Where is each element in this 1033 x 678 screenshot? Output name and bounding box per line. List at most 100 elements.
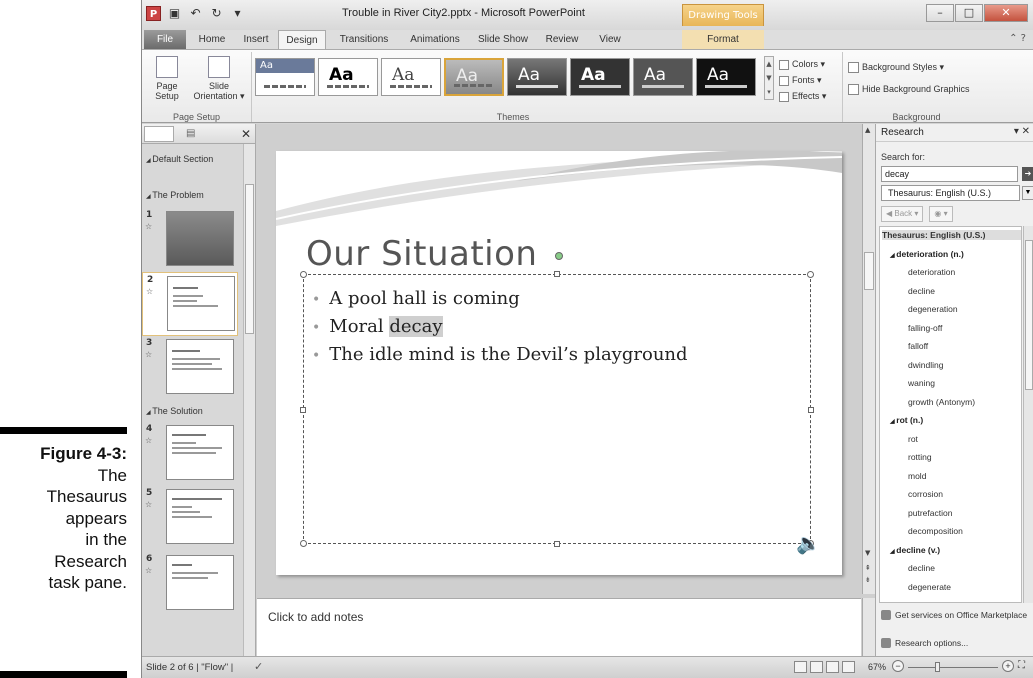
slides-pane-scrollbar[interactable] <box>243 144 255 656</box>
section-header[interactable]: The Problem <box>146 190 204 200</box>
qat-dropdown-icon[interactable]: ▾ <box>230 6 245 21</box>
zoom-slider[interactable] <box>908 662 998 672</box>
results-scrollbar[interactable] <box>1023 226 1033 603</box>
previous-slide-icon[interactable]: ⇞ <box>865 564 871 572</box>
synonym-item[interactable]: falling-off <box>908 323 942 333</box>
spell-check-icon[interactable]: ✓ <box>254 660 263 673</box>
section-header[interactable]: Default Section <box>146 154 213 164</box>
marketplace-link[interactable]: Get services on Office Marketplace <box>881 610 1031 620</box>
tab-review[interactable]: Review <box>538 30 586 49</box>
minimize-button[interactable]: – <box>926 4 954 22</box>
colors-button[interactable]: Colors ▾ <box>779 56 826 72</box>
synonym-item[interactable]: waning <box>908 378 935 388</box>
resize-handle[interactable] <box>300 407 306 413</box>
tab-home[interactable]: Home <box>190 30 234 49</box>
tab-slide-show[interactable]: Slide Show <box>472 30 534 49</box>
research-options-link[interactable]: Research options... <box>881 638 968 648</box>
theme-thumb[interactable]: Aa <box>570 58 630 96</box>
background-styles-button[interactable]: Background Styles ▾ <box>848 56 970 78</box>
effects-button[interactable]: Effects ▾ <box>779 88 826 104</box>
notes-pane[interactable]: Click to add notes <box>257 598 861 656</box>
close-button[interactable]: ✕ <box>984 4 1028 22</box>
synonym-item[interactable]: putrefaction <box>908 508 952 518</box>
powerpoint-logo-icon[interactable]: P <box>146 6 161 21</box>
synonym-item[interactable]: rotting <box>908 452 932 462</box>
back-button[interactable]: ◀ Back ▾ <box>881 206 924 222</box>
outline-tab-icon[interactable]: ▤ <box>186 128 195 139</box>
search-input[interactable]: decay <box>881 166 1018 182</box>
thesaurus-source-header[interactable]: Thesaurus: English (U.S.) <box>882 230 1021 240</box>
theme-thumb[interactable]: Aa <box>633 58 693 96</box>
tab-insert[interactable]: Insert <box>236 30 276 49</box>
normal-view-button[interactable] <box>794 661 807 673</box>
forward-button[interactable]: ◉ ▾ <box>929 206 953 222</box>
scrollbar-thumb[interactable] <box>245 184 254 334</box>
save-icon[interactable]: ▣ <box>167 6 182 21</box>
fit-to-window-icon[interactable]: ⛶ <box>1018 660 1025 671</box>
tab-file[interactable]: File <box>144 30 186 49</box>
synonym-item[interactable]: rot <box>908 434 918 444</box>
theme-thumb-selected[interactable]: Aa <box>444 58 504 96</box>
resize-handle[interactable] <box>554 541 560 547</box>
resize-handle[interactable] <box>554 271 560 277</box>
zoom-level[interactable]: 67% <box>868 662 886 672</box>
scroll-down-icon[interactable]: ▼ <box>865 549 870 557</box>
notes-scrollbar[interactable] <box>862 598 875 656</box>
chevron-down-icon[interactable]: ▼ <box>1022 186 1033 200</box>
tab-view[interactable]: View <box>590 30 630 49</box>
rotation-handle[interactable] <box>555 252 563 260</box>
resize-handle[interactable] <box>300 540 307 547</box>
synonym-item[interactable]: growth (Antonym) <box>908 397 975 407</box>
resize-handle[interactable] <box>300 271 307 278</box>
zoom-out-button[interactable]: − <box>892 660 904 672</box>
reading-view-button[interactable] <box>826 661 839 673</box>
zoom-in-button[interactable]: + <box>1002 660 1014 672</box>
selected-word[interactable]: decay <box>389 316 443 337</box>
synonym-item[interactable]: degeneration <box>908 304 958 314</box>
resize-handle[interactable] <box>807 271 814 278</box>
synonym-item[interactable]: falloff <box>908 341 928 351</box>
slide-thumbnail[interactable]: 6 ☆ <box>142 552 238 616</box>
undo-icon[interactable]: ↶ <box>188 6 203 21</box>
synonym-item[interactable]: deterioration <box>908 267 955 277</box>
next-slide-icon[interactable]: ⇟ <box>865 576 871 584</box>
reference-source-select[interactable]: Thesaurus: English (U.S.) <box>881 185 1020 201</box>
theme-thumb[interactable]: Aa <box>318 58 378 96</box>
synonym-item[interactable]: decline <box>908 563 935 573</box>
theme-thumb[interactable]: Aa <box>696 58 756 96</box>
pane-options-icon[interactable]: ▾ ✕ <box>1014 126 1030 137</box>
synonym-item[interactable]: mold <box>908 471 926 481</box>
synonym-item[interactable]: corrosion <box>908 489 943 499</box>
page-setup-button[interactable]: Page Setup <box>146 56 188 101</box>
slide-sorter-view-button[interactable] <box>810 661 823 673</box>
section-header[interactable]: The Solution <box>146 406 203 416</box>
slide-show-view-button[interactable] <box>842 661 855 673</box>
synonym-item[interactable]: decomposition <box>908 526 963 536</box>
slide-thumbnail[interactable]: 4 ☆ <box>142 422 238 486</box>
theme-thumb[interactable]: Aa <box>507 58 567 96</box>
scrollbar-thumb[interactable] <box>864 252 874 290</box>
synonym-item[interactable]: dwindling <box>908 360 943 370</box>
hide-background-graphics-checkbox[interactable]: Hide Background Graphics <box>848 78 970 100</box>
theme-gallery-scroll[interactable]: ▲ ▼ ▾ <box>764 56 774 100</box>
synonym-item[interactable]: degenerate <box>908 582 951 592</box>
synonym-item[interactable]: decline <box>908 286 935 296</box>
synonym-group-header[interactable]: rot (n.) <box>890 415 923 425</box>
slide-title[interactable]: Our Situation <box>306 234 537 274</box>
close-pane-icon[interactable]: ✕ <box>241 127 251 141</box>
slide-thumbnail[interactable]: 5 ☆ <box>142 486 238 550</box>
scrollbar-thumb[interactable] <box>1025 240 1033 390</box>
redo-icon[interactable]: ↻ <box>209 6 224 21</box>
theme-office-thumb[interactable]: Aa <box>255 58 315 96</box>
tab-design[interactable]: Design <box>278 30 326 50</box>
slides-tab[interactable] <box>144 126 174 142</box>
start-searching-button[interactable]: ➔ <box>1022 167 1033 181</box>
bullet-item[interactable]: A pool hall is coming <box>312 285 688 313</box>
slide-thumbnail-selected[interactable]: 2 ☆ <box>142 272 238 336</box>
resize-handle[interactable] <box>808 407 814 413</box>
synonym-group-header[interactable]: decline (v.) <box>890 545 940 555</box>
bullet-item[interactable]: The idle mind is the Devil’s playground <box>312 341 687 369</box>
bullet-item[interactable]: Moral decay <box>312 313 688 341</box>
theme-thumb[interactable]: Aa <box>381 58 441 96</box>
audio-speaker-icon[interactable]: 🔈 <box>796 531 821 555</box>
